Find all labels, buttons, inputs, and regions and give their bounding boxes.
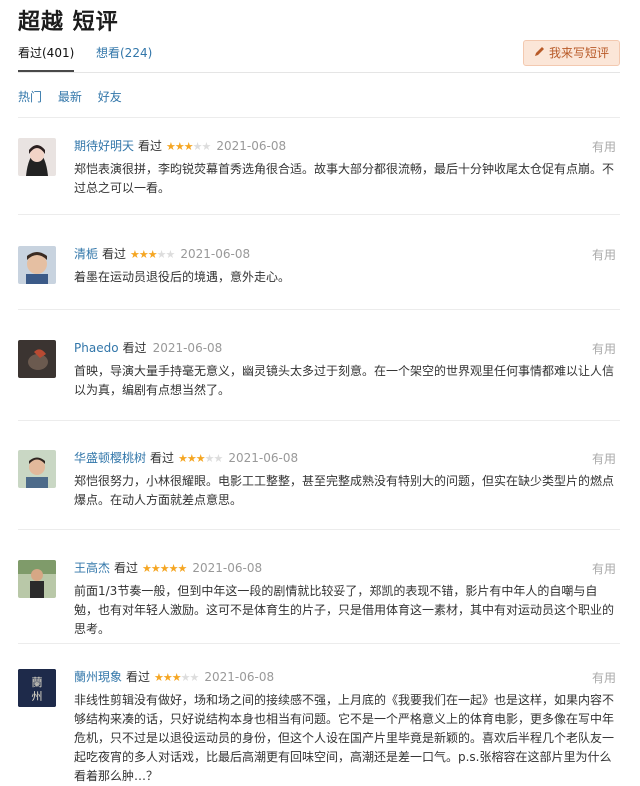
useful-button[interactable]: 有用 bbox=[592, 669, 616, 686]
filter-hot[interactable]: 热门 bbox=[18, 90, 42, 104]
avatar[interactable] bbox=[18, 450, 56, 488]
avatar[interactable] bbox=[18, 138, 56, 176]
review-meta: 期待好明天 看过 ★★★★★ 2021-06-08 bbox=[74, 138, 286, 155]
useful-button[interactable]: 有用 bbox=[592, 138, 616, 155]
tab-want-label: 想看(224) bbox=[96, 46, 153, 60]
write-review-button[interactable]: 我来写短评 bbox=[522, 40, 620, 66]
avatar[interactable]: 蘭 州 bbox=[18, 669, 56, 707]
tab-want-to-watch[interactable]: 想看(224) bbox=[96, 44, 152, 61]
rating-stars: ★★★★★ bbox=[142, 562, 187, 575]
divider bbox=[18, 117, 620, 118]
review-date: 2021-06-08 bbox=[180, 247, 251, 261]
divider bbox=[18, 643, 620, 644]
review-text: 首映，导演大量手持毫无意义，幽灵镜头太多过于刻意。在一个架空的世界观里任何事情都… bbox=[74, 364, 615, 397]
active-tab-underline bbox=[18, 70, 75, 72]
divider bbox=[18, 309, 620, 310]
rating-stars: ★★★★★ bbox=[154, 671, 199, 684]
watched-label: 看过 bbox=[150, 451, 175, 465]
useful-button[interactable]: 有用 bbox=[592, 560, 616, 577]
reviewer-name[interactable]: 王高杰 bbox=[74, 561, 110, 575]
reviewer-name[interactable]: 清栀 bbox=[74, 247, 98, 261]
tab-bar: 看过(401) 想看(224) 我来写短评 bbox=[18, 40, 620, 73]
reviewer-name[interactable]: Phaedo bbox=[74, 341, 119, 355]
avatar[interactable] bbox=[18, 246, 56, 284]
avatar[interactable] bbox=[18, 560, 56, 598]
filter-friends[interactable]: 好友 bbox=[98, 90, 122, 104]
write-review-label: 我来写短评 bbox=[548, 46, 609, 60]
review-date: 2021-06-08 bbox=[192, 561, 263, 575]
review-text: 郑恺表演很拼，李昀锐荧幕首秀选角很合适。故事大部分都很流畅，最后十分钟收尾太仓促… bbox=[74, 162, 615, 195]
rating-stars: ★★★★★ bbox=[130, 248, 175, 261]
divider bbox=[18, 529, 620, 530]
review-meta: 王高杰 看过 ★★★★★ 2021-06-08 bbox=[74, 560, 262, 577]
sort-filters: 热门 最新 好友 bbox=[18, 88, 134, 105]
svg-text:州: 州 bbox=[32, 690, 43, 703]
avatar-logo: 蘭 州 bbox=[18, 669, 56, 707]
comments-page: 超越 短评 看过(401) 想看(224) 我来写短评 热门 最新 好友 期待好… bbox=[0, 0, 640, 783]
watched-label: 看过 bbox=[102, 247, 127, 261]
reviewer-name[interactable]: 华盛顿樱桃树 bbox=[74, 451, 146, 465]
rating-stars: ★★★★★ bbox=[166, 140, 211, 153]
divider bbox=[18, 214, 620, 215]
useful-button[interactable]: 有用 bbox=[592, 450, 616, 467]
watched-label: 看过 bbox=[122, 341, 147, 355]
avatar[interactable] bbox=[18, 340, 56, 378]
review-date: 2021-06-08 bbox=[152, 341, 223, 355]
watched-label: 看过 bbox=[138, 139, 163, 153]
review-text: 前面1/3节奏一般，但到中年这一段的剧情就比较妥了，郑凯的表现不错，影片有中年人… bbox=[74, 584, 615, 636]
filter-latest[interactable]: 最新 bbox=[58, 90, 82, 104]
review-meta: Phaedo 看过 2021-06-08 bbox=[74, 340, 222, 356]
reviewer-name[interactable]: 期待好明天 bbox=[74, 139, 134, 153]
review-text: 郑恺很努力，小林很耀眼。电影工工整整，甚至完整成熟没有特别大的问题，但实在缺少类… bbox=[74, 474, 615, 507]
review-meta: 华盛顿樱桃树 看过 ★★★★★ 2021-06-08 bbox=[74, 450, 298, 467]
review-meta: 蘭州現象 看过 ★★★★★ 2021-06-08 bbox=[74, 669, 274, 686]
review-meta: 清栀 看过 ★★★★★ 2021-06-08 bbox=[74, 246, 250, 263]
useful-button[interactable]: 有用 bbox=[592, 246, 616, 263]
divider bbox=[18, 420, 620, 421]
reviewer-name[interactable]: 蘭州現象 bbox=[74, 670, 122, 684]
rating-stars: ★★★★★ bbox=[178, 452, 223, 465]
watched-label: 看过 bbox=[114, 561, 139, 575]
useful-button[interactable]: 有用 bbox=[592, 340, 616, 357]
page-title: 超越 短评 bbox=[18, 10, 119, 35]
watched-label: 看过 bbox=[126, 670, 151, 684]
svg-text:蘭: 蘭 bbox=[32, 676, 43, 689]
review-text: 着墨在运动员退役后的境遇，意外走心。 bbox=[74, 270, 291, 284]
pen-icon bbox=[534, 41, 545, 65]
tab-watched-label: 看过(401) bbox=[18, 46, 75, 60]
review-date: 2021-06-08 bbox=[204, 670, 275, 684]
review-date: 2021-06-08 bbox=[216, 139, 287, 153]
review-date: 2021-06-08 bbox=[228, 451, 299, 465]
tab-watched[interactable]: 看过(401) bbox=[18, 44, 75, 72]
